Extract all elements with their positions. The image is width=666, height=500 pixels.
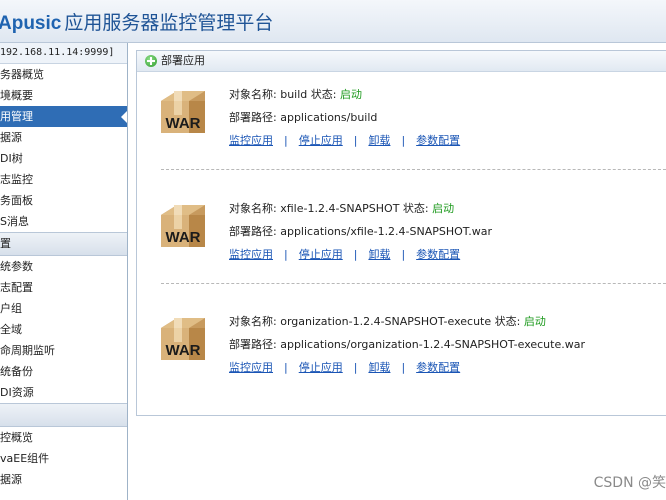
sidebar-item-javaee-components[interactable]: vaEE组件 <box>0 448 127 469</box>
param-config-link[interactable]: 参数配置 <box>416 248 460 261</box>
sidebar-item-log-config[interactable]: 志配置 <box>0 277 127 298</box>
app-entry: WAR 对象名称: organization-1.2.4-SNAPSHOT-ex… <box>157 314 666 394</box>
app-entry: WAR 对象名称: build 状态: 启动 部署路径: application… <box>157 87 666 167</box>
add-circle-icon[interactable] <box>145 55 157 67</box>
sidebar-item-jndi-tree[interactable]: DI树 <box>0 148 127 169</box>
stop-app-link[interactable]: 停止应用 <box>299 361 343 374</box>
app-entry: WAR 对象名称: xfile-1.2.4-SNAPSHOT 状态: 启动 部署… <box>157 201 666 281</box>
param-config-link[interactable]: 参数配置 <box>416 361 460 374</box>
uninstall-link[interactable]: 卸载 <box>368 134 390 147</box>
server-address: 192.168.11.14:9999] <box>0 43 127 64</box>
sidebar-item-lifecycle-listener[interactable]: 命周期监听 <box>0 340 127 361</box>
sidebar-item-jndi-resources[interactable]: DI资源 <box>0 382 127 403</box>
svg-text:WAR: WAR <box>166 342 201 359</box>
sidebar-item-security-domain[interactable]: 全域 <box>0 319 127 340</box>
panel-title: 部署应用 <box>161 54 205 67</box>
monitor-app-link[interactable]: 监控应用 <box>229 361 273 374</box>
sidebar-item-system-backup[interactable]: 统备份 <box>0 361 127 382</box>
divider <box>161 169 666 170</box>
monitor-app-link[interactable]: 监控应用 <box>229 248 273 261</box>
sidebar-item-monitor-datasource[interactable]: 据源 <box>0 469 127 490</box>
sidebar-item-system-params[interactable]: 统参数 <box>0 256 127 277</box>
deploy-path: applications/build <box>280 111 378 124</box>
sidebar-item-log-monitor[interactable]: 志监控 <box>0 169 127 190</box>
app-name: build <box>280 88 308 101</box>
war-package-icon: WAR <box>161 318 205 360</box>
sidebar-item-environment[interactable]: 境概要 <box>0 85 127 106</box>
deploy-path: applications/organization-1.2.4-SNAPSHOT… <box>280 338 585 351</box>
sidebar: 192.168.11.14:9999] 务器概览 境概要 用管理 据源 DI树 … <box>0 43 128 500</box>
watermark: CSDN @笑 <box>593 475 666 491</box>
svg-text:WAR: WAR <box>166 229 201 246</box>
divider <box>161 283 666 284</box>
sidebar-section-monitor[interactable] <box>0 403 127 427</box>
stop-app-link[interactable]: 停止应用 <box>299 248 343 261</box>
sidebar-item-monitor-overview[interactable]: 控概览 <box>0 427 127 448</box>
sidebar-item-user-groups[interactable]: 户组 <box>0 298 127 319</box>
sidebar-section-config[interactable]: 置 <box>0 232 127 256</box>
app-name: xfile-1.2.4-SNAPSHOT <box>280 202 400 215</box>
deployed-apps-panel: 部署应用 WAR 对象名称: build 状态: 启动 部署路径: applic… <box>136 50 666 416</box>
monitor-app-link[interactable]: 监控应用 <box>229 134 273 147</box>
sidebar-item-service-panel[interactable]: 务面板 <box>0 190 127 211</box>
svg-text:WAR: WAR <box>166 115 201 132</box>
app-name: organization-1.2.4-SNAPSHOT-execute <box>280 315 492 328</box>
status-badge: 启动 <box>523 315 546 328</box>
deploy-path: applications/xfile-1.2.4-SNAPSHOT.war <box>280 225 492 238</box>
status-badge: 启动 <box>432 202 455 215</box>
sidebar-item-server-overview[interactable]: 务器概览 <box>0 64 127 85</box>
sidebar-item-jms-messages[interactable]: S消息 <box>0 211 127 232</box>
uninstall-link[interactable]: 卸载 <box>368 361 390 374</box>
uninstall-link[interactable]: 卸载 <box>368 248 390 261</box>
stop-app-link[interactable]: 停止应用 <box>299 134 343 147</box>
param-config-link[interactable]: 参数配置 <box>416 134 460 147</box>
app-title: Apusic 应用服务器监控管理平台 <box>0 12 274 34</box>
war-package-icon: WAR <box>161 91 205 133</box>
panel-header: 部署应用 <box>137 51 666 72</box>
war-package-icon: WAR <box>161 205 205 247</box>
app-header: Apusic 应用服务器监控管理平台 <box>0 0 666 43</box>
sidebar-item-app-management[interactable]: 用管理 <box>0 106 127 127</box>
status-badge: 启动 <box>340 88 362 101</box>
sidebar-item-datasource[interactable]: 据源 <box>0 127 127 148</box>
